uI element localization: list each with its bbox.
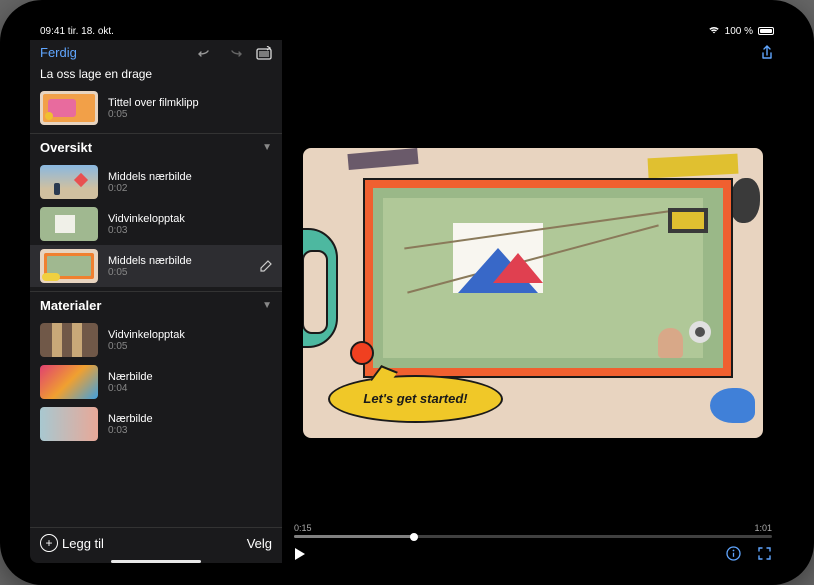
ipad-frame: 09:41 tir. 18. okt. 100 % Ferdig: [0, 0, 814, 585]
clip-row[interactable]: Vidvinkelopptak 0:03: [30, 203, 282, 245]
clip-label: Nærbilde: [108, 371, 153, 383]
section-title: Materialer: [40, 298, 101, 313]
current-time: 0:15: [294, 523, 312, 533]
storyboard-icon[interactable]: [256, 46, 272, 60]
clip-time: 0:03: [108, 225, 185, 236]
clip-row-selected[interactable]: Middels nærbilde 0:05: [30, 245, 282, 287]
video-frame[interactable]: Let's get started!: [303, 148, 763, 438]
section-header-materialer[interactable]: Materialer ▼: [30, 291, 282, 319]
header-icons: [198, 46, 272, 60]
project-title: La oss lage en drage: [30, 65, 282, 87]
play-button[interactable]: [294, 547, 306, 561]
share-icon[interactable]: [760, 45, 774, 61]
redo-icon[interactable]: [227, 47, 242, 59]
clip-info: Middels nærbilde 0:02: [108, 171, 192, 194]
sidebar-bottom: + Legg til Velg: [30, 527, 282, 558]
preview-panel: Let's get started! 0:15 1:01: [282, 40, 784, 563]
preview-header: [282, 40, 784, 66]
clip-time: 0:05: [108, 267, 192, 278]
clip-row[interactable]: Vidvinkelopptak 0:05: [30, 319, 282, 361]
status-bar: 09:41 tir. 18. okt. 100 %: [30, 22, 784, 40]
chevron-down-icon: ▼: [262, 142, 272, 153]
clip-info: Nærbilde 0:03: [108, 413, 153, 436]
clip-info: Vidvinkelopptak 0:03: [108, 213, 185, 236]
add-label: Legg til: [62, 536, 104, 551]
title-clip-thumb: [40, 91, 98, 125]
wifi-icon: [708, 25, 720, 38]
clip-time: 0:03: [108, 425, 153, 436]
clip-info: Nærbilde 0:04: [108, 371, 153, 394]
plus-icon: +: [40, 534, 58, 552]
section-title: Oversikt: [40, 140, 92, 155]
clip-thumb: [40, 323, 98, 357]
clip-thumb: [40, 165, 98, 199]
main-area: Ferdig La oss lage en drage Tittel over …: [30, 40, 784, 563]
clip-label: Middels nærbilde: [108, 171, 192, 183]
undo-icon[interactable]: [198, 47, 213, 59]
clip-time: 0:05: [108, 109, 199, 120]
battery-icon: [758, 27, 774, 35]
clip-time: 0:02: [108, 183, 192, 194]
clip-info: Middels nærbilde 0:05: [108, 255, 192, 278]
section-header-oversikt[interactable]: Oversikt ▼: [30, 133, 282, 161]
status-right: 100 %: [708, 25, 774, 38]
controls-row: [294, 546, 772, 561]
title-clip-row[interactable]: Tittel over filmklipp 0:05: [30, 87, 282, 129]
info-icon[interactable]: [726, 546, 741, 561]
clip-info: Tittel over filmklipp 0:05: [108, 97, 199, 120]
clip-thumb: [40, 407, 98, 441]
playback-bar: 0:15 1:01: [282, 519, 784, 563]
clip-label: Middels nærbilde: [108, 255, 192, 267]
battery-percent: 100 %: [725, 26, 753, 37]
photo-content: [373, 188, 723, 368]
video-canvas: Let's get started!: [282, 66, 784, 519]
done-button[interactable]: Ferdig: [40, 45, 77, 60]
clip-thumb: [40, 365, 98, 399]
clip-time: 0:05: [108, 341, 185, 352]
scrubber[interactable]: [294, 535, 772, 538]
photo-frame: [363, 178, 733, 378]
clip-label: Vidvinkelopptak: [108, 213, 185, 225]
deco-tape: [648, 153, 739, 178]
edit-icon[interactable]: [260, 260, 272, 272]
deco-dot: [350, 341, 374, 365]
home-indicator[interactable]: [111, 560, 201, 563]
scrubber-progress: [294, 535, 414, 538]
speech-bubble: Let's get started!: [328, 375, 503, 423]
clip-row[interactable]: Nærbilde 0:03: [30, 403, 282, 445]
chevron-down-icon: ▼: [262, 300, 272, 311]
deco-shape: [730, 178, 760, 223]
clip-row[interactable]: Middels nærbilde 0:02: [30, 161, 282, 203]
speech-text: Let's get started!: [363, 391, 467, 406]
add-button[interactable]: + Legg til: [40, 534, 104, 552]
time-row: 0:15 1:01: [294, 523, 772, 533]
deco-tape: [347, 148, 418, 170]
clip-label: Tittel over filmklipp: [108, 97, 199, 109]
controls-right: [726, 546, 772, 561]
fullscreen-icon[interactable]: [757, 546, 772, 561]
sidebar: Ferdig La oss lage en drage Tittel over …: [30, 40, 282, 563]
scrubber-knob[interactable]: [410, 533, 418, 541]
clip-info: Vidvinkelopptak 0:05: [108, 329, 185, 352]
clip-label: Vidvinkelopptak: [108, 329, 185, 341]
status-time: 09:41 tir. 18. okt.: [40, 26, 114, 37]
deco-shape: [710, 388, 755, 423]
select-button[interactable]: Velg: [247, 536, 272, 551]
clip-row[interactable]: Nærbilde 0:04: [30, 361, 282, 403]
clip-time: 0:04: [108, 383, 153, 394]
clip-thumb: [40, 249, 98, 283]
clip-label: Nærbilde: [108, 413, 153, 425]
total-time: 1:01: [754, 523, 772, 533]
screen: 09:41 tir. 18. okt. 100 % Ferdig: [30, 22, 784, 563]
sidebar-header: Ferdig: [30, 40, 282, 65]
deco-shape: [303, 228, 338, 348]
clip-thumb: [40, 207, 98, 241]
